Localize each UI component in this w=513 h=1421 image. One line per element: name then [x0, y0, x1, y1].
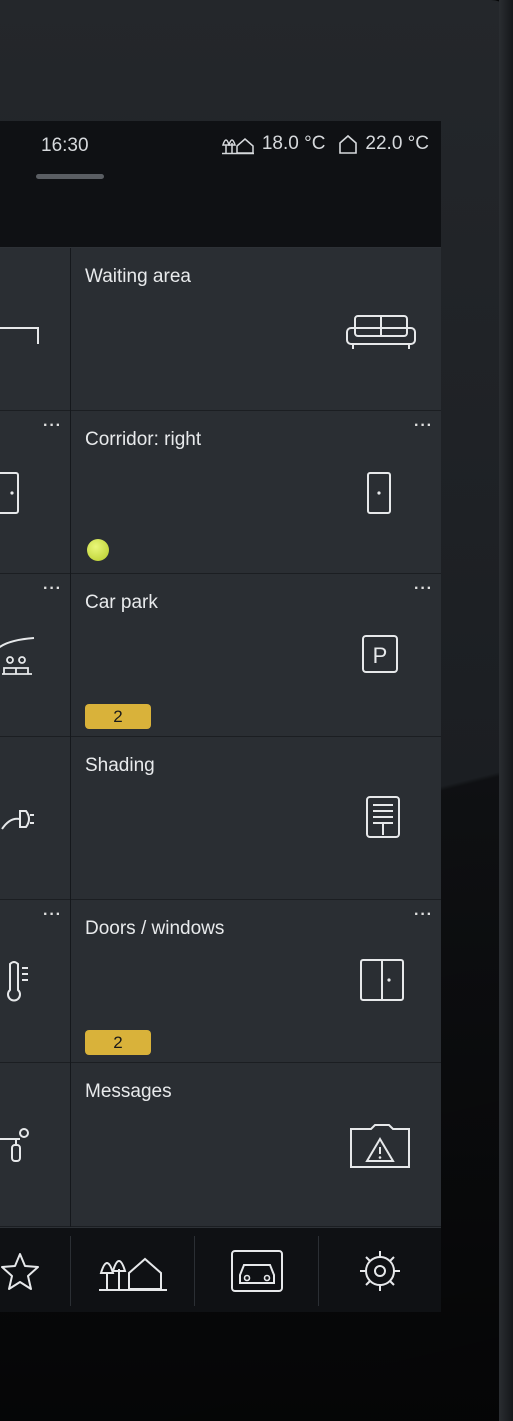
home-outdoor-icon [98, 1257, 167, 1291]
more-options-icon[interactable]: ··· [43, 906, 62, 924]
outdoor-temperature: 18.0 °C [261, 133, 326, 154]
svg-text:P: P [373, 643, 388, 668]
tile-left-2[interactable]: ··· [0, 411, 70, 574]
tile-left-5[interactable]: ··· [0, 900, 70, 1063]
more-options-icon[interactable]: ··· [43, 580, 62, 598]
device-bezel-edge [499, 0, 513, 1421]
parking-icon: P [362, 635, 398, 673]
door-icon [0, 472, 19, 514]
outdoor-temperature-icon [221, 138, 254, 155]
tile-title: Corridor: right [85, 429, 202, 450]
bed-icon [0, 327, 39, 344]
tile-shading[interactable]: Shading [71, 737, 441, 900]
tile-left-4[interactable] [0, 737, 70, 900]
home-icon [339, 134, 358, 154]
clock: 16:30 [41, 135, 89, 156]
count-badge: 2 [85, 1030, 151, 1055]
more-options-icon[interactable]: ··· [414, 417, 433, 435]
blind-icon [366, 796, 400, 838]
car-icon [230, 1249, 283, 1292]
nav-home-outdoor[interactable] [71, 1228, 194, 1312]
more-options-icon[interactable]: ··· [414, 580, 433, 598]
tile-title: Doors / windows [85, 918, 225, 939]
pull-down-handle[interactable] [36, 174, 104, 179]
window-icon [360, 959, 404, 1001]
tile-left-1[interactable] [0, 248, 70, 411]
door-icon [367, 472, 391, 514]
nav-garage[interactable] [195, 1228, 318, 1312]
indoor-temperature: 22.0 °C [365, 133, 429, 154]
nav-settings[interactable] [319, 1228, 441, 1312]
people-icon [0, 637, 35, 675]
tile-messages[interactable]: Messages [71, 1063, 441, 1227]
star-icon [1, 1252, 39, 1290]
count-badge: 2 [85, 704, 151, 729]
plug-icon [1, 810, 34, 830]
status-bar: 16:30 18.0 °C 22.0 °C [0, 121, 441, 248]
tile-corridor-right[interactable]: Corridor: right ··· [71, 411, 441, 574]
valve-icon [0, 1128, 29, 1162]
status-indicator-dot [87, 539, 109, 561]
thermometer-icon [7, 961, 28, 1002]
temperature-readout: 18.0 °C 22.0 °C [220, 133, 429, 155]
tile-title: Waiting area [85, 266, 191, 287]
settings-icon [360, 1250, 400, 1291]
warning-folder-icon [350, 1124, 410, 1168]
more-options-icon[interactable]: ··· [414, 906, 433, 924]
tile-title: Shading [85, 755, 155, 776]
tile-left-6[interactable] [0, 1063, 70, 1227]
more-options-icon[interactable]: ··· [43, 417, 62, 435]
tile-doors-windows[interactable]: Doors / windows ··· 2 [71, 900, 441, 1063]
tile-title: Messages [85, 1081, 172, 1102]
bottom-navigation [0, 1227, 441, 1312]
touch-screen: 16:30 18.0 °C 22.0 °C Waiting area ··· C… [0, 121, 441, 1312]
tile-left-3[interactable]: ··· [0, 574, 70, 737]
tile-car-park[interactable]: Car park ··· P 2 [71, 574, 441, 737]
sofa-icon [346, 315, 416, 349]
tile-title: Car park [85, 592, 158, 613]
tile-waiting-area[interactable]: Waiting area [71, 248, 441, 411]
nav-favorites[interactable] [0, 1228, 70, 1312]
